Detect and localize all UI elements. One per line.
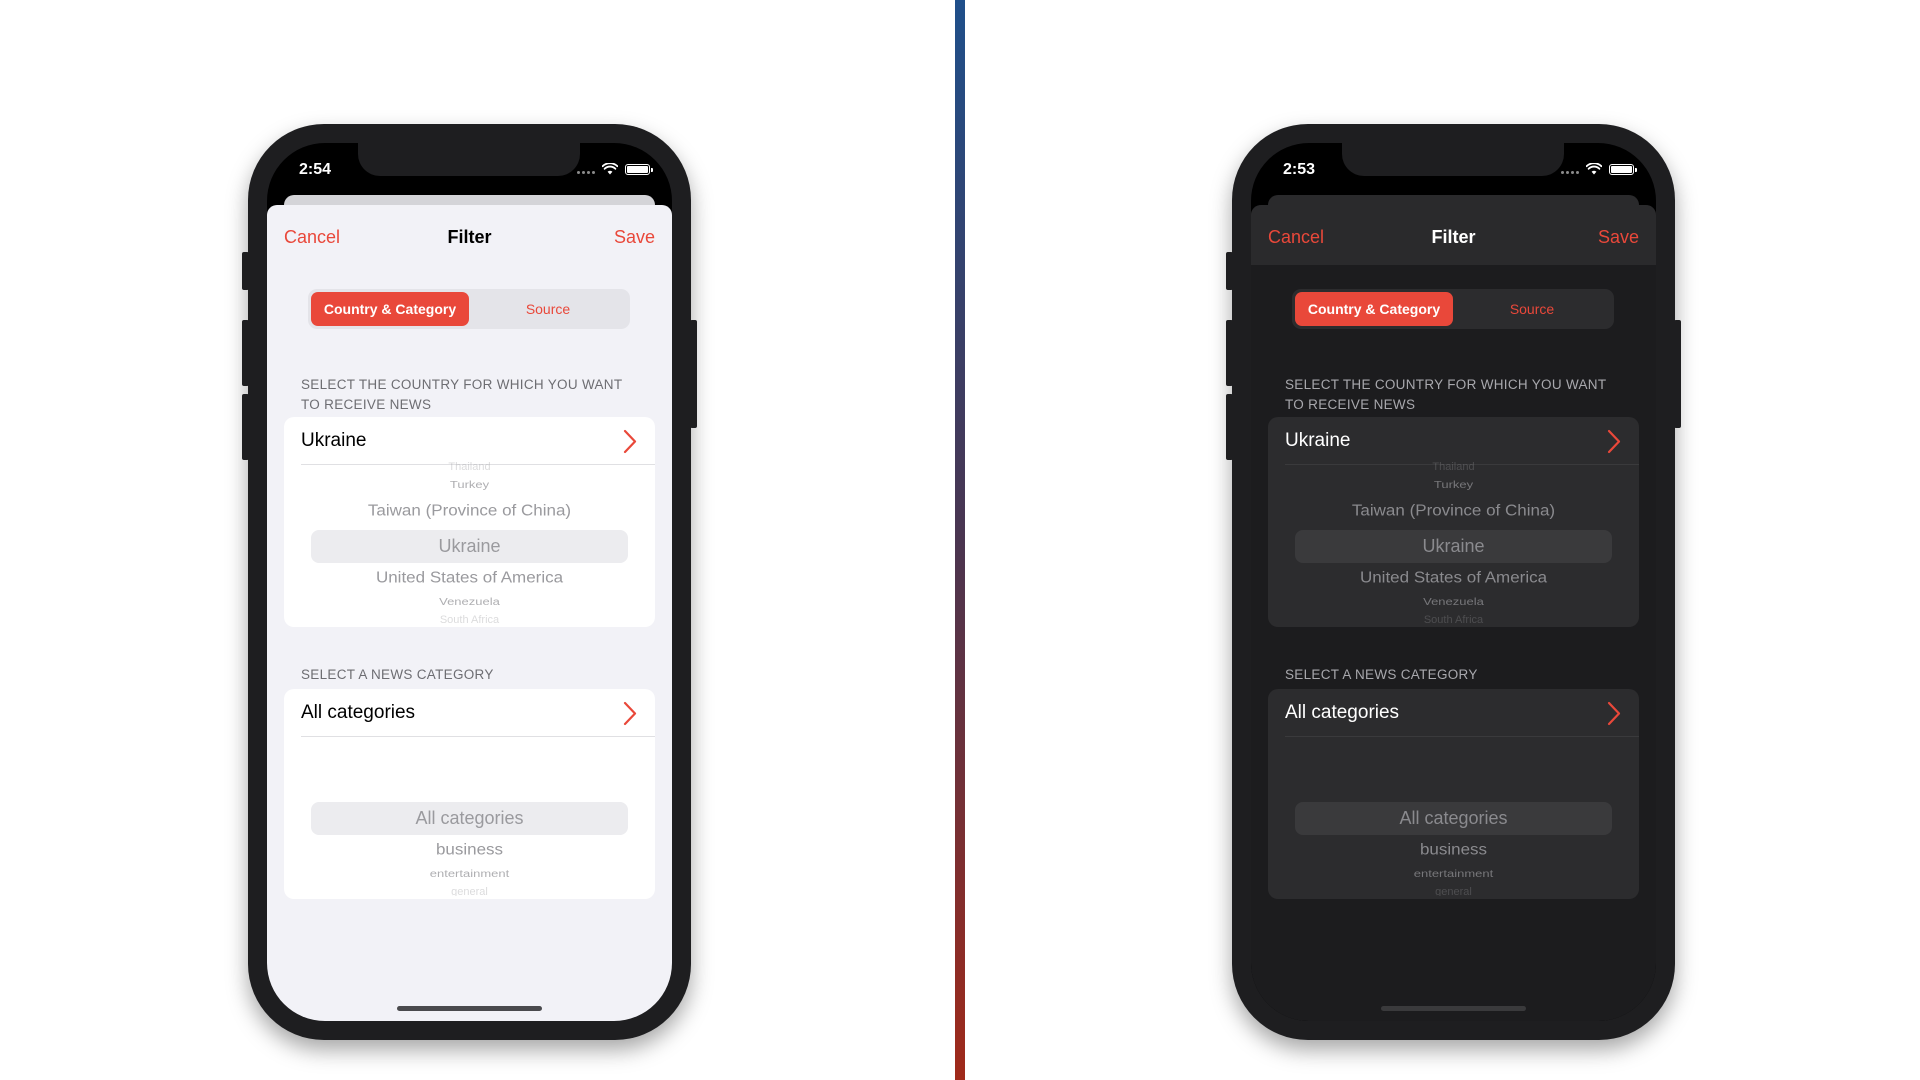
category-row-label: All categories — [301, 702, 416, 723]
tab-source[interactable]: Source — [469, 292, 627, 326]
notch — [358, 143, 580, 176]
segmented-control: Country & Category Source — [308, 289, 630, 329]
status-time: 2:54 — [299, 161, 332, 178]
country-picker[interactable]: Thailand Turkey Taiwan (Province of Chin… — [284, 461, 655, 627]
status-time: 2:53 — [1283, 161, 1316, 178]
battery-icon — [625, 163, 653, 175]
country-row-label: Ukraine — [1285, 430, 1351, 451]
country-row[interactable]: Ukraine — [284, 417, 655, 465]
picker-item: Thailand — [1432, 461, 1475, 471]
picker-item: Turkey — [1433, 478, 1474, 491]
country-row-label: Ukraine — [301, 430, 367, 451]
picker-item: Venezuela — [1423, 595, 1484, 608]
category-picker[interactable]: All categories business entertainment ge… — [284, 737, 655, 899]
picker-item: United States of America — [375, 568, 564, 587]
country-picker[interactable]: Thailand Turkey Taiwan (Province of Chin… — [1268, 461, 1639, 627]
volume-up-button — [242, 320, 249, 386]
screen: 2:54 Cancel Filter Save Country & Catego… — [267, 143, 672, 1021]
wifi-icon — [1586, 163, 1602, 175]
picker-item-selected: Ukraine — [1422, 536, 1485, 556]
country-section-label: SELECT THE COUNTRY FOR WHICH YOU WANT TO… — [1285, 377, 1607, 412]
page-title: Filter — [1431, 227, 1476, 247]
mute-switch — [1226, 252, 1233, 290]
picker-item: general — [451, 886, 488, 896]
volume-up-button — [1226, 320, 1233, 386]
country-row[interactable]: Ukraine — [1268, 417, 1639, 465]
page-title: Filter — [447, 227, 492, 247]
home-indicator[interactable] — [1381, 1006, 1526, 1011]
picker-item: Thailand — [448, 461, 491, 471]
status-icons — [1561, 163, 1637, 175]
signal-icon — [577, 170, 595, 174]
picker-item: entertainment — [1413, 867, 1494, 880]
category-section-label: SELECT A NEWS CATEGORY — [1285, 667, 1478, 682]
picker-item: Turkey — [449, 478, 490, 491]
save-button[interactable]: Save — [614, 227, 655, 248]
picker-item: Taiwan (Province of China) — [1351, 501, 1556, 520]
screen: 2:53 Cancel Filter Save Country & Catego… — [1251, 143, 1656, 1021]
category-row-label: All categories — [1285, 702, 1400, 723]
picker-item: business — [435, 840, 504, 859]
category-row[interactable]: All categories — [1268, 689, 1639, 737]
filter-sheet: Cancel Filter Save Country & Category So… — [267, 205, 672, 1021]
battery-icon — [1609, 163, 1637, 175]
power-button — [690, 320, 697, 428]
home-indicator[interactable] — [397, 1006, 542, 1011]
status-icons — [577, 163, 653, 175]
picker-item: United States of America — [1359, 568, 1548, 587]
notch — [1342, 143, 1564, 176]
country-section-label: SELECT THE COUNTRY FOR WHICH YOU WANT TO… — [301, 377, 623, 412]
picker-item: business — [1419, 840, 1488, 859]
save-button[interactable]: Save — [1598, 227, 1639, 248]
picker-item: Venezuela — [439, 595, 500, 608]
category-card: All categories All categories business e… — [284, 689, 655, 899]
chevron-right-icon — [1607, 429, 1621, 454]
tab-country-category[interactable]: Country & Category — [311, 292, 469, 326]
picker-item-selected: All categories — [1399, 808, 1508, 828]
nav-bar: Cancel Filter Save — [267, 205, 672, 265]
center-divider — [955, 0, 965, 1080]
power-button — [1674, 320, 1681, 428]
chevron-right-icon — [623, 429, 637, 454]
picker-item: entertainment — [429, 867, 510, 880]
phone-dark: 2:53 Cancel Filter Save Country & Catego… — [1226, 124, 1681, 1040]
mute-switch — [242, 252, 249, 290]
tab-source[interactable]: Source — [1453, 292, 1611, 326]
country-card: Ukraine Thailand Turkey Taiwan (Province… — [284, 417, 655, 627]
signal-icon — [1561, 170, 1579, 174]
picker-item-selected: Ukraine — [438, 536, 501, 556]
tab-country-category[interactable]: Country & Category — [1295, 292, 1453, 326]
chevron-right-icon — [1607, 701, 1621, 726]
picker-item-selected: All categories — [415, 808, 524, 828]
wifi-icon — [602, 163, 618, 175]
phone-light: 2:54 Cancel Filter Save Country & Catego… — [242, 124, 697, 1040]
picker-item: South Africa — [1423, 614, 1484, 624]
picker-item: general — [1435, 886, 1472, 896]
filter-sheet: Cancel Filter Save Country & Category So… — [1251, 205, 1656, 1021]
country-card: Ukraine Thailand Turkey Taiwan (Province… — [1268, 417, 1639, 627]
category-section-label: SELECT A NEWS CATEGORY — [301, 667, 494, 682]
category-card: All categories All categories business e… — [1268, 689, 1639, 899]
volume-down-button — [1226, 394, 1233, 460]
segmented-control: Country & Category Source — [1292, 289, 1614, 329]
picker-item: South Africa — [439, 614, 500, 624]
category-row[interactable]: All categories — [284, 689, 655, 737]
volume-down-button — [242, 394, 249, 460]
picker-item: Taiwan (Province of China) — [367, 501, 572, 520]
chevron-right-icon — [623, 701, 637, 726]
category-picker[interactable]: All categories business entertainment ge… — [1268, 737, 1639, 899]
nav-bar: Cancel Filter Save — [1251, 205, 1656, 265]
